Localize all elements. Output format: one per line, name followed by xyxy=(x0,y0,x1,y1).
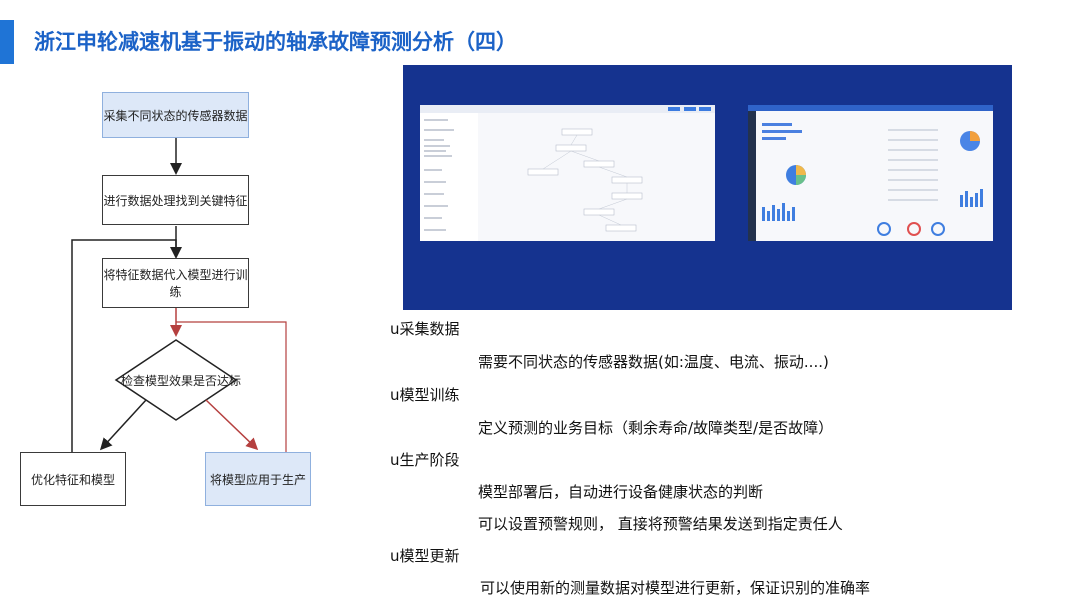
flow-step-production: 将模型应用于生产 xyxy=(205,452,311,506)
section-heading-training: u模型训练 xyxy=(390,386,460,404)
bullet-marker: u xyxy=(390,547,400,565)
monitoring-dashboard-screenshot xyxy=(748,105,993,241)
workflow-editor-graphic xyxy=(420,105,715,241)
flow-step-collect: 采集不同状态的传感器数据 xyxy=(102,92,249,138)
bullet-marker: u xyxy=(390,320,400,338)
flow-step-optimize: 优化特征和模型 xyxy=(20,452,126,506)
section-heading-production: u生产阶段 xyxy=(390,451,460,469)
bullet-marker: u xyxy=(390,386,400,404)
section-line: 需要不同状态的传感器数据(如:温度、电流、振动....) xyxy=(478,353,829,371)
arrow-decision-production xyxy=(205,399,259,451)
section-line: 可以使用新的测量数据对模型进行更新，保证识别的准确率 xyxy=(480,579,871,597)
section-heading-update: u模型更新 xyxy=(390,547,460,565)
flow-decision-label: 检查模型效果是否达标 xyxy=(121,374,242,388)
section-line: 可以设置预警规则， 直接将预警结果发送到指定责任人 xyxy=(478,515,843,533)
section-line: 模型部署后，自动进行设备健康状态的判断 xyxy=(478,483,764,501)
section-heading-collect: u采集数据 xyxy=(390,320,460,338)
screenshot-panel xyxy=(403,65,1012,310)
section-line: 定义预测的业务目标（剩余寿命/故障类型/是否故障） xyxy=(478,419,834,437)
bullet-marker: u xyxy=(390,451,400,469)
arrow-decision-optimize xyxy=(99,399,147,451)
flow-step-train: 将特征数据代入模型进行训练 xyxy=(102,258,249,308)
flowchart: 采集不同状态的传感器数据 进行数据处理找到关键特征 将特征数据代入模型进行训练 … xyxy=(0,0,400,608)
flow-step-process: 进行数据处理找到关键特征 xyxy=(102,175,249,225)
workflow-editor-screenshot xyxy=(420,105,715,241)
monitoring-dashboard-graphic xyxy=(748,105,993,241)
